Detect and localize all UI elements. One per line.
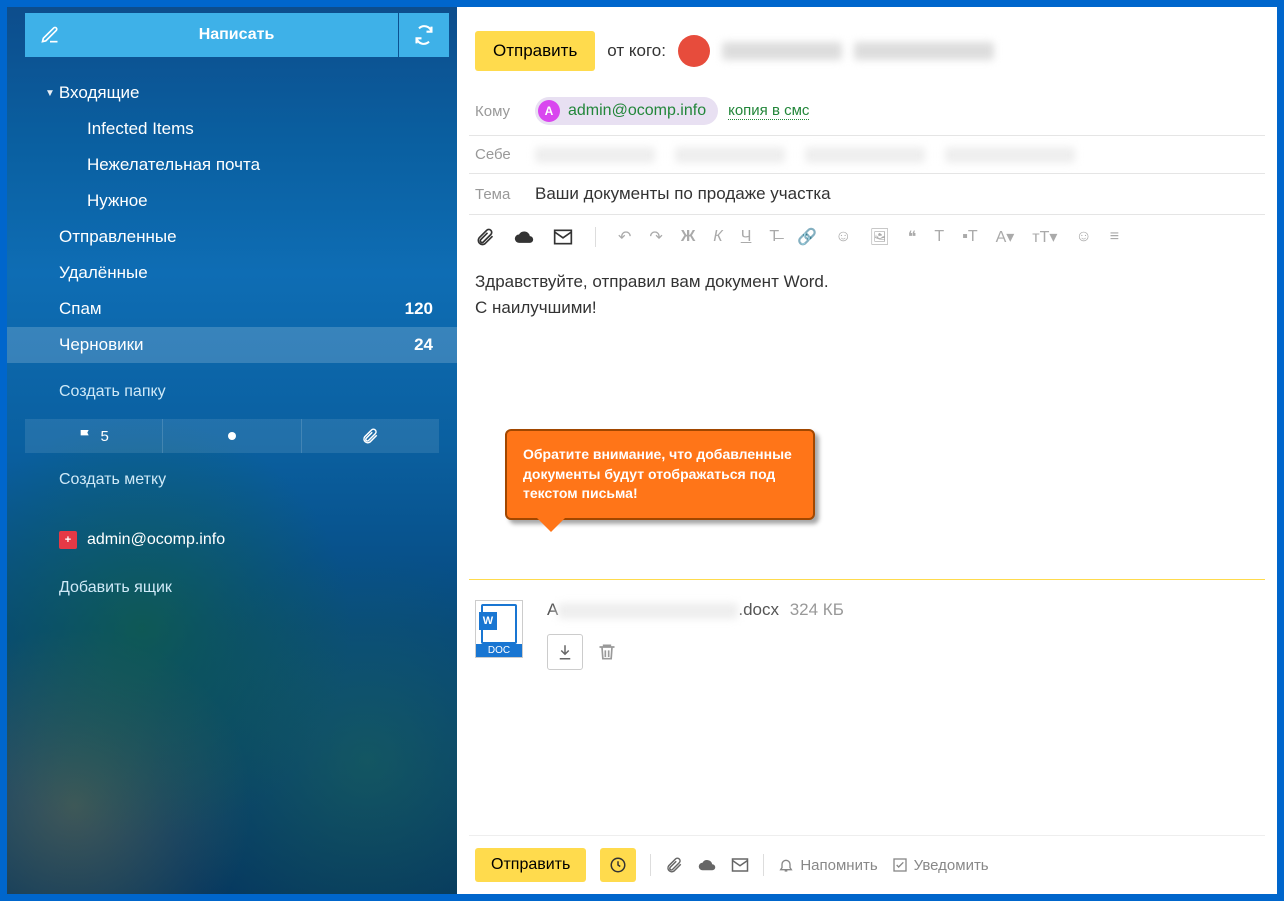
- attachment-zone: DOC А.docx 324 КБ: [469, 579, 1265, 690]
- self-blurred-1: [535, 147, 655, 163]
- self-row: Себе: [469, 136, 1265, 174]
- footer-send-button[interactable]: Отправить: [475, 848, 586, 882]
- sms-copy-link[interactable]: копия в смс: [728, 102, 809, 120]
- smiley-icon[interactable]: ☺: [1075, 228, 1091, 246]
- download-button[interactable]: [547, 634, 583, 670]
- folder-list: ▼ Входящие Infected Items Нежелательная …: [7, 63, 457, 375]
- compose-icon[interactable]: [25, 13, 75, 57]
- folder-drafts[interactable]: Черновики 24: [7, 327, 457, 363]
- folder-trash[interactable]: Удалённые: [7, 255, 457, 291]
- folder-sent[interactable]: Отправленные: [7, 219, 457, 255]
- folder-label: Отправленные: [59, 227, 177, 247]
- self-blurred-4: [945, 147, 1075, 163]
- self-label: Себе: [475, 146, 525, 163]
- redo-icon[interactable]: ↷: [649, 227, 662, 247]
- compose-button[interactable]: Написать: [75, 13, 398, 57]
- from-label: от кого:: [607, 41, 666, 61]
- italic-icon[interactable]: К: [713, 228, 722, 246]
- editor-toolbar: ↶ ↷ Ж К Ч Т̶ 🔗 ☺ 🖼 ❝ T ▪T A▾ тT▾ ☺ ≡: [469, 215, 1265, 259]
- folder-label: Нужное: [87, 191, 148, 211]
- font-icon[interactable]: A▾: [996, 227, 1015, 247]
- folder-count: 120: [405, 299, 433, 319]
- folder-label: Спам: [59, 299, 102, 319]
- folder-inbox[interactable]: ▼ Входящие: [7, 75, 457, 111]
- emoji-icon[interactable]: ☺: [835, 228, 851, 246]
- compose-footer: Отправить Напомнить Уведомить: [469, 835, 1265, 894]
- cloud-icon[interactable]: [513, 227, 535, 247]
- folder-important[interactable]: Нужное: [7, 183, 457, 219]
- body-line: Здравствуйте, отправил вам документ Word…: [475, 269, 1259, 295]
- folder-label: Нежелательная почта: [87, 155, 260, 175]
- mailbox-flag-icon: +: [59, 531, 77, 549]
- from-email-blurred: [854, 42, 994, 60]
- self-blurred-3: [805, 147, 925, 163]
- to-row: Кому A admin@ocomp.info копия в смс: [469, 87, 1265, 136]
- quote-icon[interactable]: ❝: [908, 227, 917, 247]
- self-blurred-2: [675, 147, 785, 163]
- undo-icon[interactable]: ↶: [618, 227, 631, 247]
- folder-infected[interactable]: Infected Items: [7, 111, 457, 147]
- delete-attachment-button[interactable]: [597, 642, 617, 662]
- footer-cloud-icon[interactable]: [697, 856, 717, 874]
- subject-label: Тема: [475, 186, 525, 203]
- create-folder-link[interactable]: Создать папку: [7, 375, 457, 409]
- annotation-callout: Обратите внимание, что добавленные докум…: [505, 429, 815, 520]
- refresh-button[interactable]: [399, 13, 449, 57]
- doc-label: DOC: [476, 644, 522, 657]
- caret-icon: ▼: [45, 88, 55, 99]
- recipient-chip[interactable]: A admin@ocomp.info: [535, 97, 718, 125]
- sidebar: Написать ▼ Входящие Infected Items Нежел…: [7, 7, 457, 894]
- mailbox-item[interactable]: + admin@ocomp.info: [7, 521, 457, 559]
- attach-icon[interactable]: [475, 227, 495, 247]
- folder-label: Черновики: [59, 335, 144, 355]
- remind-label: Напомнить: [800, 857, 877, 874]
- attachment-filename: А.docx 324 КБ: [547, 600, 844, 620]
- folder-label: Infected Items: [87, 119, 194, 139]
- message-body[interactable]: Здравствуйте, отправил вам документ Word…: [469, 259, 1265, 539]
- body-line: С наилучшими!: [475, 295, 1259, 321]
- fontsize-icon[interactable]: тT▾: [1032, 227, 1057, 247]
- folder-junk[interactable]: Нежелательная почта: [7, 147, 457, 183]
- folder-spam[interactable]: Спам 120: [7, 291, 457, 327]
- to-label: Кому: [475, 103, 525, 120]
- compose-pane: Отправить от кого: Кому A admin@ocomp.in…: [457, 7, 1277, 894]
- attachment-size: 324 КБ: [790, 600, 844, 619]
- folder-label: Входящие: [59, 83, 140, 103]
- create-label-link[interactable]: Создать метку: [7, 463, 457, 497]
- mailbox-email: admin@ocomp.info: [87, 531, 225, 549]
- sidebar-tabs: 5: [25, 419, 439, 453]
- bold-icon[interactable]: Ж: [681, 228, 695, 246]
- chip-avatar: A: [538, 100, 560, 122]
- subject-row: Тема: [469, 174, 1265, 215]
- add-mailbox-link[interactable]: Добавить ящик: [7, 571, 457, 605]
- from-avatar: [678, 35, 710, 67]
- from-name-blurred: [722, 42, 842, 60]
- footer-attach-icon[interactable]: [665, 856, 683, 874]
- flag-tab[interactable]: 5: [25, 419, 163, 453]
- schedule-button[interactable]: [600, 848, 636, 882]
- textcolor-icon[interactable]: T: [934, 228, 944, 246]
- flag-count: 5: [100, 428, 108, 445]
- footer-mail-icon[interactable]: [731, 856, 749, 874]
- dot-tab[interactable]: [163, 419, 301, 453]
- link-icon[interactable]: 🔗: [797, 227, 817, 247]
- attach-tab[interactable]: [302, 419, 439, 453]
- notify-link[interactable]: Уведомить: [892, 857, 989, 874]
- folder-label: Удалённые: [59, 263, 148, 283]
- remind-link[interactable]: Напомнить: [778, 857, 877, 874]
- folder-count: 24: [414, 335, 433, 355]
- doc-file-icon[interactable]: DOC: [475, 600, 523, 658]
- chip-email: admin@ocomp.info: [568, 102, 706, 120]
- bgcolor-icon[interactable]: ▪T: [962, 228, 977, 246]
- notify-label: Уведомить: [914, 857, 989, 874]
- subject-input[interactable]: [535, 184, 1259, 204]
- send-button[interactable]: Отправить: [475, 31, 595, 71]
- strike-icon[interactable]: Т̶: [769, 228, 779, 246]
- mail-icon[interactable]: [553, 227, 573, 247]
- underline-icon[interactable]: Ч: [741, 228, 752, 246]
- image-icon[interactable]: 🖼: [869, 227, 889, 247]
- list-icon[interactable]: ≡: [1110, 228, 1119, 246]
